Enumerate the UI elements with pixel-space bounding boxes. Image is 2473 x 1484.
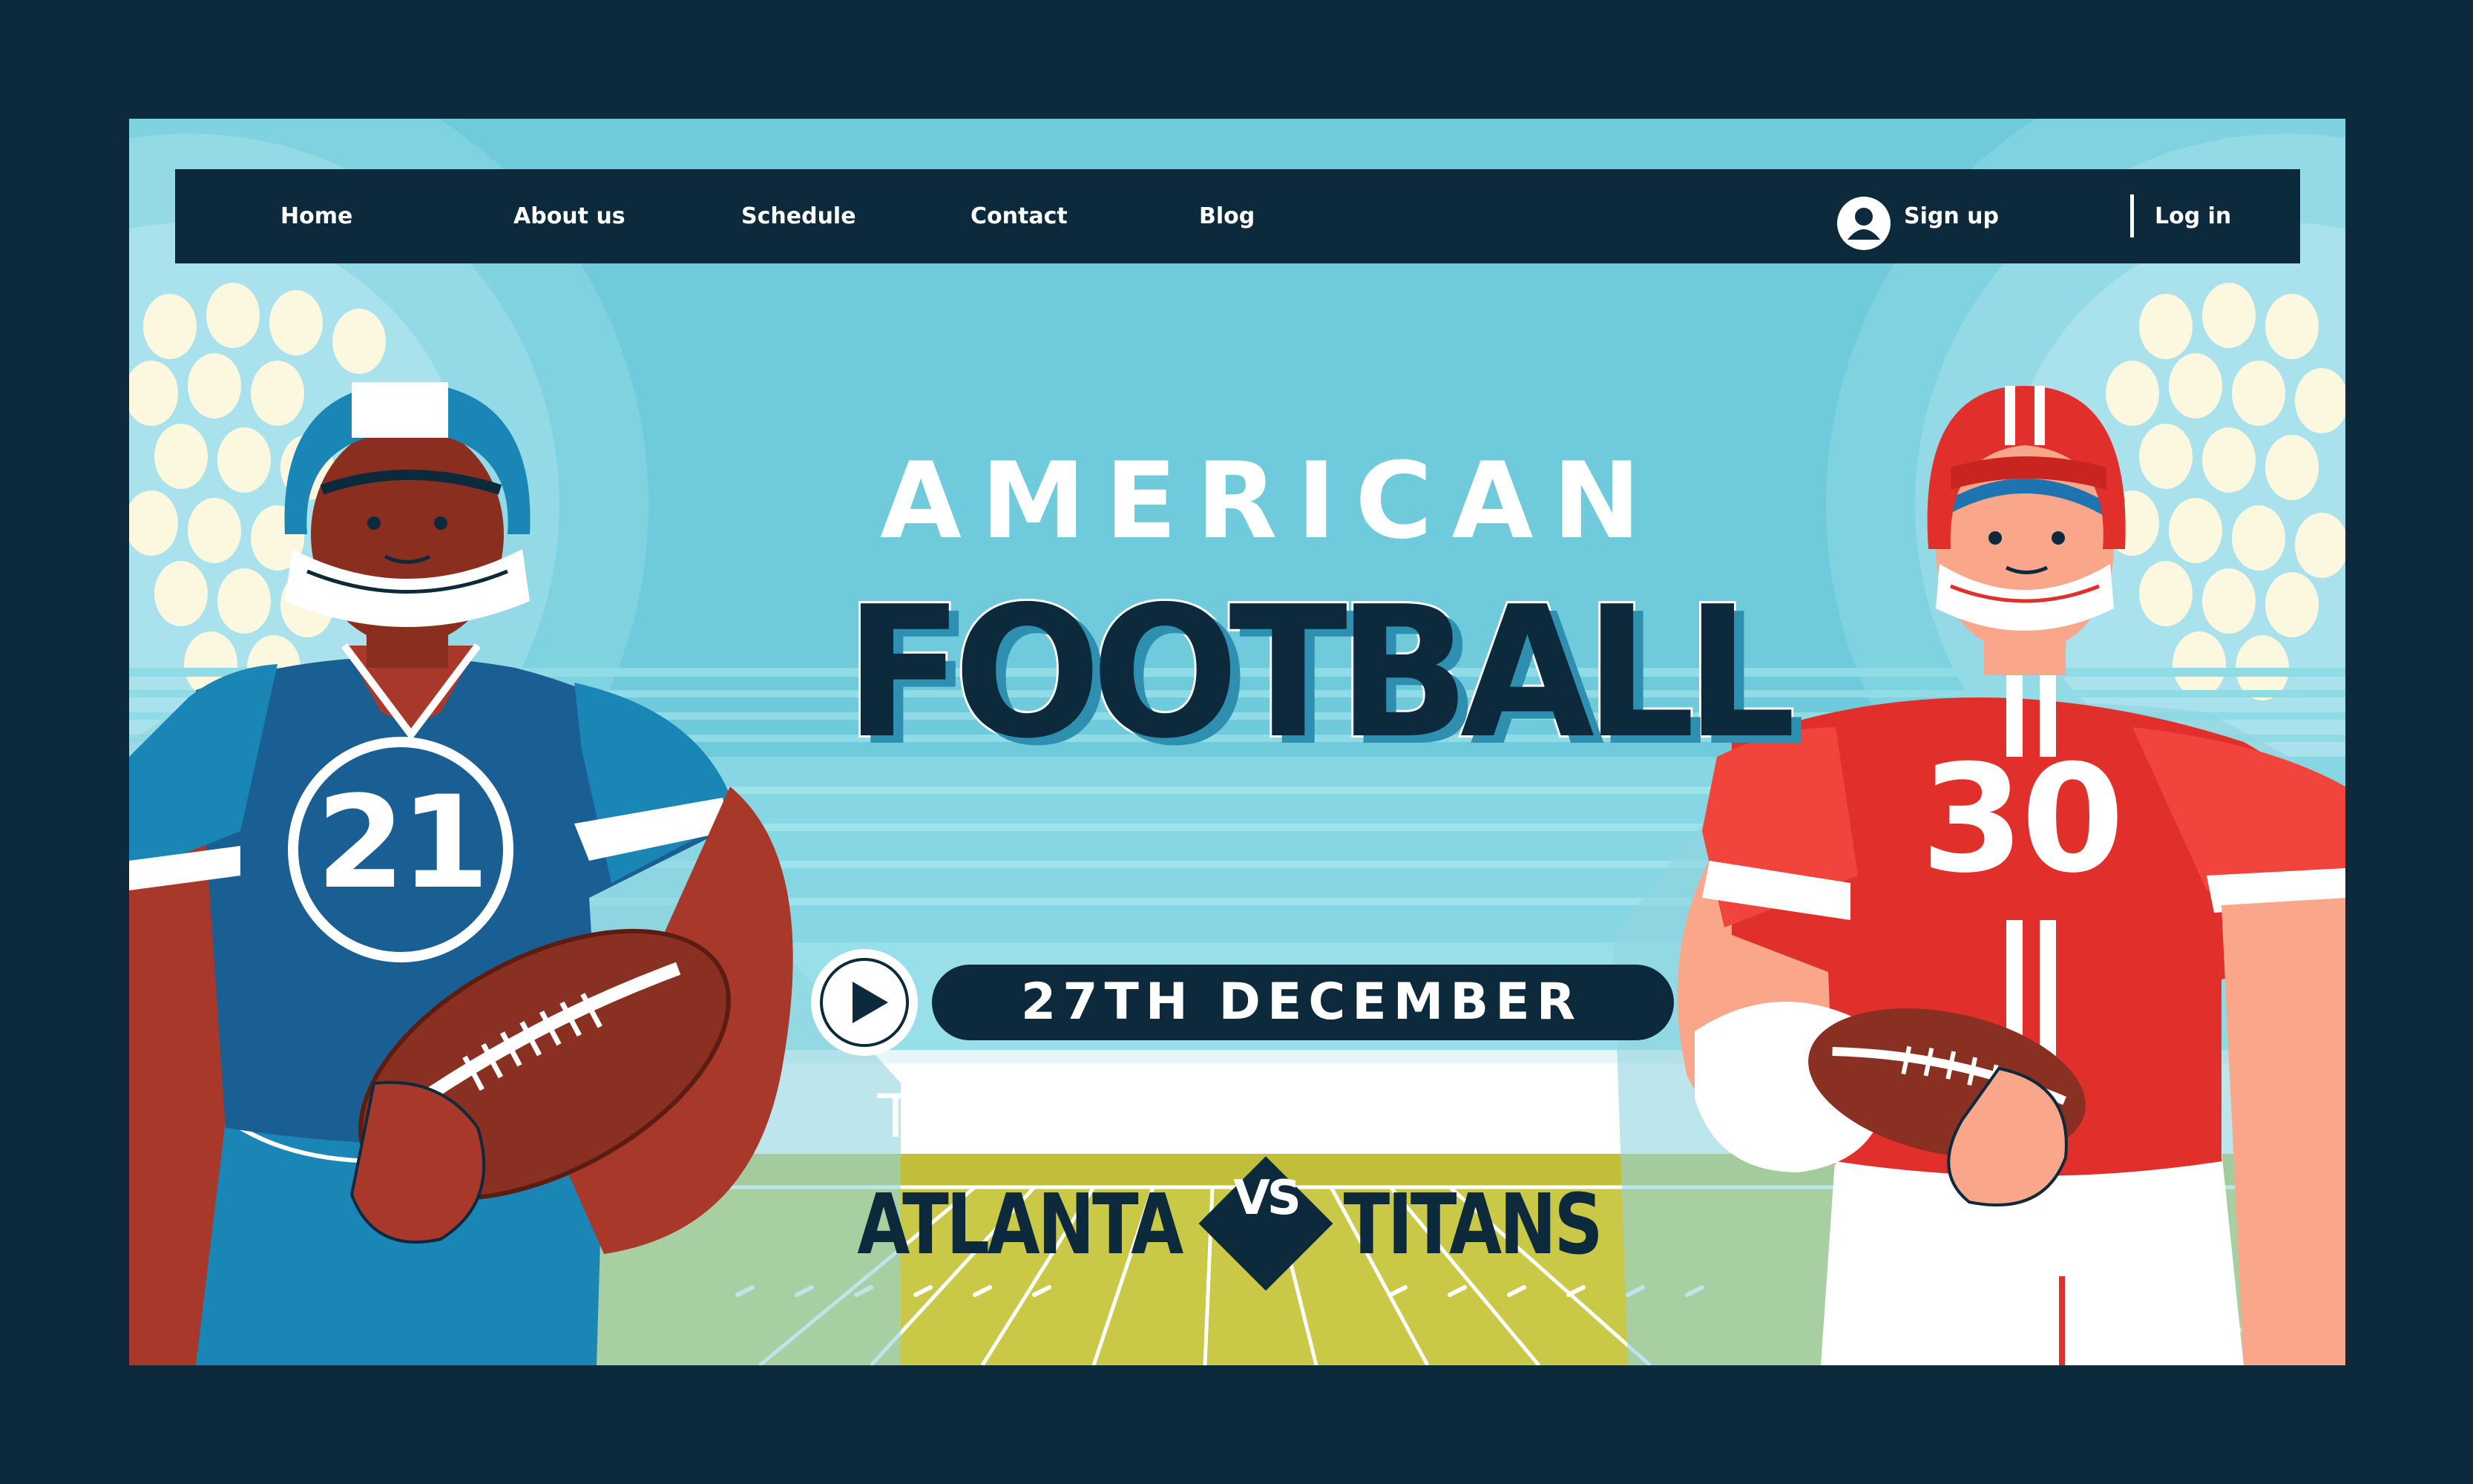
hero-title-line2: FOOTBALL [843,568,1799,778]
team1-name: ATLANTA [857,1177,1183,1273]
right-jersey-number: 30 [1920,733,2124,906]
play-icon[interactable] [809,948,919,1057]
team2-label: TEAM [1367,1082,1622,1151]
navigation-bar: Home About us Schedule Contact Blog Sign… [175,169,2300,263]
nav-divider [2130,194,2134,237]
vs-badge: VS [1233,1171,1301,1226]
user-icon[interactable] [1837,197,1891,250]
team2-name: TITANS [1343,1177,1603,1273]
sign-up-button[interactable]: Sign up [1904,169,1999,263]
nav-about-link[interactable]: About us [513,169,625,263]
nav-contact-link[interactable]: Contact [971,169,1068,263]
team1-label: TEAM [877,1082,1132,1151]
log-in-button[interactable]: Log in [2155,169,2231,263]
nav-schedule-link[interactable]: Schedule [741,169,856,263]
nav-blog-link[interactable]: Blog [1199,169,1255,263]
landing-page: Home About us Schedule Contact Blog Sign… [129,119,2345,1365]
left-jersey-number: 21 [316,768,489,917]
hero-title-line1: AMERICAN [880,440,1661,562]
nav-home-link[interactable]: Home [280,169,352,263]
event-date: 27TH DECEMBER [1020,973,1583,1031]
